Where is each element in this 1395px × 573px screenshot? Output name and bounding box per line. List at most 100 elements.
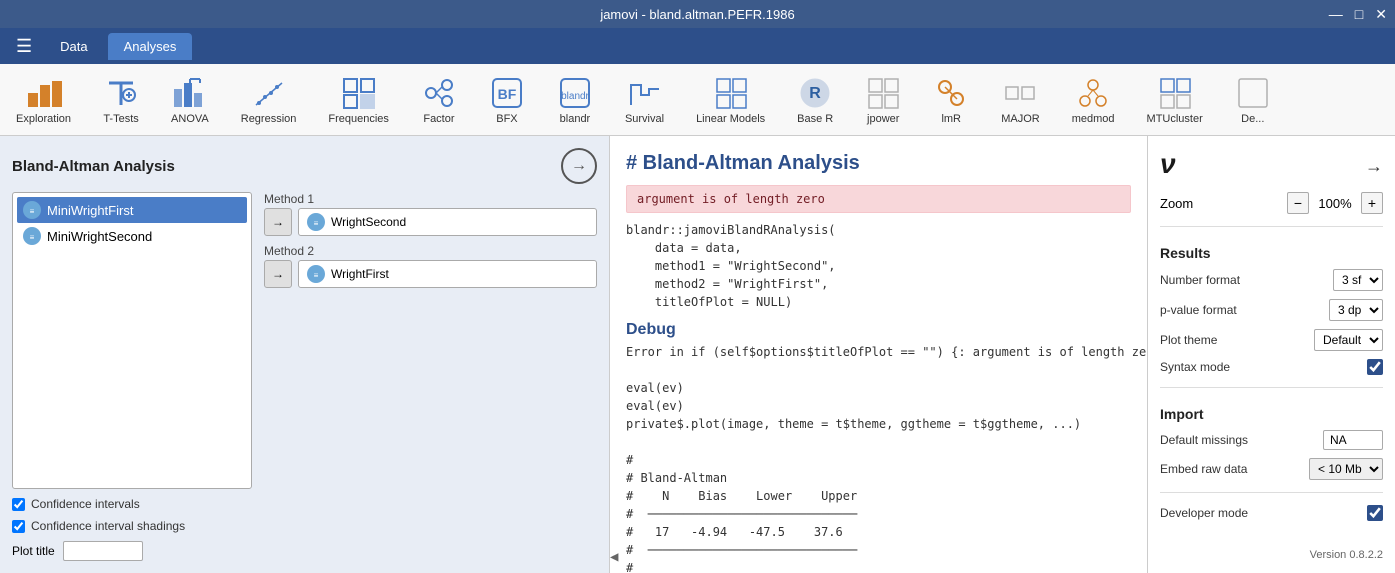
major-icon — [1002, 75, 1038, 111]
code-block-main: blandr::jamoviBlandRAnalysis( data = dat… — [626, 221, 1131, 311]
ribbon-frequencies[interactable]: Frequencies — [320, 71, 397, 129]
var-icon-miniwrightfirst: ≡ — [23, 201, 41, 219]
mtucluster-label: MTUcluster — [1147, 113, 1203, 125]
anova-icon — [172, 75, 208, 111]
ribbon-lmr[interactable]: lmR — [925, 71, 977, 129]
ribbon-bfx[interactable]: BF BFX — [481, 71, 533, 129]
svg-text:BF: BF — [498, 86, 517, 102]
panel-title-row: Bland-Altman Analysis → — [12, 148, 597, 184]
zoom-label: Zoom — [1160, 196, 1281, 211]
var-icon-miniwrightsecond: ≡ — [23, 227, 41, 245]
confidence-shadings-checkbox[interactable] — [12, 520, 25, 533]
developer-mode-checkbox[interactable] — [1367, 505, 1383, 521]
next-analysis-btn[interactable]: → — [561, 148, 597, 184]
analysis-body: ≡ MiniWrightFirst ≡ MiniWrightSecond — [12, 192, 597, 489]
code-block-debug: Error in if (self$options$titleOfPlot ==… — [626, 343, 1131, 573]
scroll-left-icon[interactable]: ◀ — [610, 549, 618, 565]
de-label: De... — [1241, 113, 1264, 125]
method2-var-icon: ≡ — [307, 265, 325, 283]
plot-title-input[interactable] — [63, 541, 143, 561]
ribbon-blandr[interactable]: blandr blandr — [549, 71, 601, 129]
import-section-title: Import — [1160, 406, 1383, 422]
var-name-miniwrightsecond: MiniWrightSecond — [47, 229, 152, 244]
method-area: Method 1 → ≡ WrightSecond — [264, 192, 597, 489]
ribbon-major[interactable]: MAJOR — [993, 71, 1048, 129]
tab-analyses[interactable]: Analyses — [108, 33, 193, 60]
ribbon-exploration[interactable]: Exploration — [8, 71, 79, 129]
ribbon-factor[interactable]: Factor — [413, 71, 465, 129]
right-panel: ν → Zoom − 100% + Results Number format … — [1147, 136, 1395, 573]
number-format-label: Number format — [1160, 273, 1240, 287]
var-item-miniwrightfirst[interactable]: ≡ MiniWrightFirst — [17, 197, 247, 223]
var-item-miniwrightsecond[interactable]: ≡ MiniWrightSecond — [17, 223, 247, 249]
ribbon-survival[interactable]: Survival — [617, 71, 672, 129]
syntax-mode-checkbox[interactable] — [1367, 359, 1383, 375]
menu-bar: ☰ Data Analyses — [0, 28, 1395, 64]
ribbon-ttests[interactable]: T-Tests — [95, 71, 147, 129]
svg-text:R: R — [809, 85, 821, 102]
method2-group: Method 2 → ≡ WrightFirst — [264, 244, 597, 288]
close-btn[interactable]: ✕ — [1375, 6, 1387, 23]
ribbon-de[interactable]: De... — [1227, 71, 1279, 129]
zoom-minus-btn[interactable]: − — [1287, 192, 1309, 214]
confidence-intervals-checkbox[interactable] — [12, 498, 25, 511]
maximize-btn[interactable]: □ — [1355, 6, 1363, 23]
plot-title-label: Plot title — [12, 544, 55, 558]
factor-icon — [421, 75, 457, 111]
embed-raw-data-select[interactable]: < 10 Mb — [1309, 458, 1383, 480]
pvalue-format-row: p-value format 3 dp — [1160, 299, 1383, 321]
zoom-value: 100% — [1315, 196, 1355, 211]
plot-theme-select[interactable]: Default — [1314, 329, 1383, 351]
ribbon-jpower[interactable]: jpower — [857, 71, 909, 129]
ribbon-anova[interactable]: ANOVA — [163, 71, 217, 129]
method1-var-icon: ≡ — [307, 213, 325, 231]
method1-field: ≡ WrightSecond — [298, 208, 597, 236]
pvalue-format-select[interactable]: 3 dp — [1329, 299, 1383, 321]
divider-2 — [1160, 387, 1383, 388]
developer-mode-row: Developer mode — [1160, 505, 1383, 521]
error-box: argument is of length zero — [626, 185, 1131, 213]
major-label: MAJOR — [1001, 113, 1040, 125]
syntax-mode-row: Syntax mode — [1160, 359, 1383, 375]
frequencies-label: Frequencies — [328, 113, 389, 125]
exploration-icon — [26, 75, 62, 111]
ribbon-regression[interactable]: Regression — [233, 71, 305, 129]
default-missings-input[interactable] — [1323, 430, 1383, 450]
ribbon-base-r[interactable]: R Base R — [789, 71, 841, 129]
svg-text:blandr: blandr — [561, 91, 589, 102]
exploration-label: Exploration — [16, 113, 71, 125]
number-format-row: Number format 3 sf — [1160, 269, 1383, 291]
hamburger-menu[interactable]: ☰ — [8, 32, 40, 61]
number-format-select[interactable]: 3 sf — [1333, 269, 1383, 291]
jpower-icon — [865, 75, 901, 111]
method2-row: → ≡ WrightFirst — [264, 260, 597, 288]
confidence-shadings-label: Confidence interval shadings — [31, 519, 185, 533]
ribbon-linear-models[interactable]: Linear Models — [688, 71, 773, 129]
panel-title-text: Bland-Altman Analysis — [12, 158, 175, 175]
right-nav-arrow[interactable]: → — [1365, 156, 1383, 177]
linear-models-label: Linear Models — [696, 113, 765, 125]
method1-group: Method 1 → ≡ WrightSecond — [264, 192, 597, 236]
medmod-label: medmod — [1072, 113, 1115, 125]
svg-text:≡: ≡ — [30, 233, 35, 242]
default-missings-row: Default missings — [1160, 430, 1383, 450]
app-title: jamovi - bland.altman.PEFR.1986 — [600, 7, 794, 22]
var-name-miniwrightfirst: MiniWrightFirst — [47, 203, 133, 218]
tab-data[interactable]: Data — [44, 33, 103, 60]
ribbon-medmod[interactable]: medmod — [1064, 71, 1123, 129]
jpower-label: jpower — [867, 113, 899, 125]
ribbon-mtucluster[interactable]: MTUcluster — [1139, 71, 1211, 129]
minimize-btn[interactable]: — — [1329, 6, 1343, 23]
window-controls[interactable]: — □ ✕ — [1329, 6, 1387, 23]
zoom-plus-btn[interactable]: + — [1361, 192, 1383, 214]
confidence-shadings-row: Confidence interval shadings — [12, 519, 597, 533]
lmr-icon — [933, 75, 969, 111]
bfx-icon: BF — [489, 75, 525, 111]
method1-arrow-btn[interactable]: → — [264, 208, 292, 236]
anova-label: ANOVA — [171, 113, 209, 125]
main-content: Bland-Altman Analysis → ≡ MiniWrightFirs… — [0, 136, 1395, 573]
method2-arrow-btn[interactable]: → — [264, 260, 292, 288]
blandr-icon: blandr — [557, 75, 593, 111]
mtucluster-icon — [1157, 75, 1193, 111]
embed-raw-data-row: Embed raw data < 10 Mb — [1160, 458, 1383, 480]
